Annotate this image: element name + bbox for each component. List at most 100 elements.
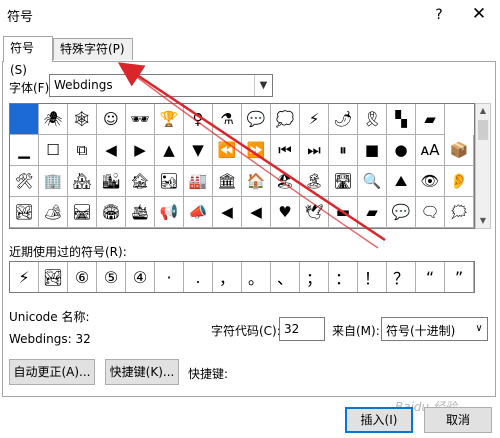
insert-button[interactable]: 插入(I) xyxy=(345,407,413,433)
recent-symbol-cell[interactable]: ！ xyxy=(358,262,387,292)
symbol-cell[interactable]: ▼ xyxy=(184,135,213,166)
symbol-cell[interactable]: 🏜 xyxy=(155,166,184,197)
symbol-cell[interactable]: ▬ xyxy=(329,197,358,228)
symbol-cell[interactable]: 💬 xyxy=(387,197,416,228)
symbol-cell[interactable]: ⏸ xyxy=(329,135,358,166)
recent-symbol-cell[interactable]: 。 xyxy=(242,262,271,292)
symbol-cell[interactable]: 🏖 xyxy=(271,166,300,197)
symbol-grid[interactable]: 🕷 🕸 ☺ 🕶 🏆 ♀ ⚗ 💬 💭 ⚡ 🌶 🎗 ▚ ▰ ▁ ☐ ⧉ ◀ ▶ ▲ ▼ ⏪ ⏩ ⏮ ⏭ ⏸ ■ ● ᴀA 📦 🛠 🏢 🏘 🏙 🏚 🏜 🏭 🏛 🏠… xyxy=(9,103,475,229)
symbol-glyph: 🏆 xyxy=(159,110,179,128)
recent-symbol-cell[interactable]: ； xyxy=(300,262,329,292)
recent-symbols-row[interactable]: ⚡ 🏞 ⑥ ⑤ ④ ·.，。、；：！？ “” xyxy=(9,261,475,293)
chevron-down-icon[interactable]: ▼ xyxy=(254,75,272,96)
tab-symbols[interactable]: 符号(S) xyxy=(3,36,53,77)
recent-symbol-cell[interactable]: . xyxy=(184,262,213,292)
symbol-cell[interactable]: 🏛 xyxy=(213,166,242,197)
symbol-cell[interactable]: 📣 xyxy=(184,197,213,228)
symbol-cell[interactable]: 🏟 xyxy=(97,197,126,228)
symbol-cell[interactable]: ▶ xyxy=(126,135,155,166)
symbol-cell[interactable]: 🛤 xyxy=(68,197,97,228)
help-button[interactable]: ? xyxy=(428,5,450,25)
symbol-cell[interactable]: ● xyxy=(387,135,416,166)
scroll-thumb[interactable] xyxy=(478,120,488,140)
scroll-down-icon[interactable]: ▼ xyxy=(476,214,490,228)
symbol-cell[interactable]: 🕊 xyxy=(300,197,329,228)
chevron-down-icon[interactable]: ∨ xyxy=(471,318,487,340)
symbol-cell[interactable]: ■ xyxy=(358,135,387,166)
symbol-cell[interactable]: 🌶 xyxy=(329,104,358,135)
symbol-cell[interactable]: ▁ xyxy=(10,135,39,166)
symbol-cell[interactable]: ⏭ xyxy=(300,135,329,166)
symbol-cell[interactable]: 🛣 xyxy=(329,166,358,197)
recent-symbol-cell[interactable]: 🏞 xyxy=(39,262,68,292)
recent-symbol-cell[interactable]: ④ xyxy=(126,262,155,292)
recent-symbol-cell[interactable]: ⑤ xyxy=(97,262,126,292)
symbol-cell[interactable]: 🛳 xyxy=(126,197,155,228)
symbol-cell[interactable]: ᴀA xyxy=(416,135,445,166)
symbol-cell[interactable]: ⧉ xyxy=(68,135,97,166)
close-button[interactable]: ✕ xyxy=(466,3,492,25)
symbol-cell[interactable]: ▰ xyxy=(416,104,445,135)
symbol-cell[interactable]: 🏢 xyxy=(39,166,68,197)
symbol-cell[interactable]: 🏭 xyxy=(184,166,213,197)
symbol-cell[interactable]: 🏙 xyxy=(97,166,126,197)
symbol-cell[interactable]: 🔍 xyxy=(358,166,387,197)
shortcut-key-button[interactable]: 快捷键(K)... xyxy=(105,359,179,385)
cancel-button[interactable]: 取消 xyxy=(424,407,492,433)
scroll-up-icon[interactable]: ▲ xyxy=(476,104,490,118)
symbol-glyph: 📢 xyxy=(159,203,179,221)
symbol-cell[interactable]: 💬 xyxy=(242,104,271,135)
symbol-cell[interactable]: 🏘 xyxy=(68,166,97,197)
symbol-cell[interactable]: 🏆 xyxy=(155,104,184,135)
symbol-cell[interactable]: ♀ xyxy=(184,104,213,135)
symbol-cell[interactable]: ◀ xyxy=(242,197,271,228)
symbol-cell[interactable]: 👁 xyxy=(416,166,445,197)
autocorrect-button[interactable]: 自动更正(A)... xyxy=(9,359,95,385)
symbol-cell[interactable]: 📢 xyxy=(155,197,184,228)
symbol-cell[interactable]: 📦 xyxy=(445,135,474,166)
symbol-cell[interactable]: ⛰ xyxy=(387,166,416,197)
symbol-cell[interactable]: 👂 xyxy=(445,166,474,197)
symbol-cell[interactable]: 💭 xyxy=(271,104,300,135)
symbol-cell[interactable]: 🗨 xyxy=(416,197,445,228)
recent-symbol-cell[interactable]: “ xyxy=(416,262,445,292)
symbol-cell[interactable]: 🕸 xyxy=(68,104,97,135)
symbol-cell[interactable]: 🏕 xyxy=(39,197,68,228)
symbol-cell[interactable] xyxy=(10,104,39,135)
recent-symbol-cell[interactable]: ， xyxy=(213,262,242,292)
font-select[interactable]: Webdings ▼ xyxy=(49,74,273,97)
symbol-cell[interactable]: ⏩ xyxy=(242,135,271,166)
symbol-cell[interactable]: ⚡ xyxy=(300,104,329,135)
tab-special-characters[interactable]: 特殊字符(P) xyxy=(53,38,133,60)
symbol-cell[interactable]: 🕶 xyxy=(126,104,155,135)
symbol-cell[interactable]: ⏮ xyxy=(271,135,300,166)
char-code-input[interactable]: 32 xyxy=(279,317,325,341)
recent-symbol-cell[interactable]: ⑥ xyxy=(68,262,97,292)
recent-symbol-cell[interactable]: 、 xyxy=(271,262,300,292)
symbol-cell[interactable]: 🗯 xyxy=(445,197,474,228)
symbol-cell[interactable]: ⏪ xyxy=(213,135,242,166)
recent-symbol-cell[interactable]: · xyxy=(155,262,184,292)
recent-symbol-cell[interactable]: ⚡ xyxy=(10,262,39,292)
symbol-cell[interactable]: 🏝 xyxy=(300,166,329,197)
symbol-cell[interactable]: 🛠 xyxy=(10,166,39,197)
symbol-cell[interactable]: 🎗 xyxy=(358,104,387,135)
symbol-cell[interactable]: 🏞 xyxy=(10,197,39,228)
symbol-cell[interactable]: 🏠 xyxy=(242,166,271,197)
symbol-cell[interactable]: ▰ xyxy=(358,197,387,228)
recent-symbol-cell[interactable]: ： xyxy=(329,262,358,292)
symbol-cell[interactable]: ▚ xyxy=(387,104,416,135)
from-select[interactable]: 符号(十进制) ∨ xyxy=(381,317,488,341)
symbol-cell[interactable]: 🕷 xyxy=(39,104,68,135)
recent-symbol-cell[interactable]: ” xyxy=(445,262,474,292)
symbol-cell[interactable]: ⚗ xyxy=(213,104,242,135)
symbol-grid-scrollbar[interactable]: ▲ ▼ xyxy=(475,103,491,229)
symbol-cell[interactable]: 🏚 xyxy=(126,166,155,197)
recent-symbol-cell[interactable]: ？ xyxy=(387,262,416,292)
symbol-cell[interactable]: ◀ xyxy=(213,197,242,228)
symbol-cell[interactable]: ☐ xyxy=(39,135,68,166)
symbol-cell[interactable]: ◀ xyxy=(97,135,126,166)
symbol-cell[interactable]: ☺ xyxy=(97,104,126,135)
symbol-cell[interactable]: ▲ xyxy=(155,135,184,166)
symbol-cell[interactable]: ♥ xyxy=(271,197,300,228)
